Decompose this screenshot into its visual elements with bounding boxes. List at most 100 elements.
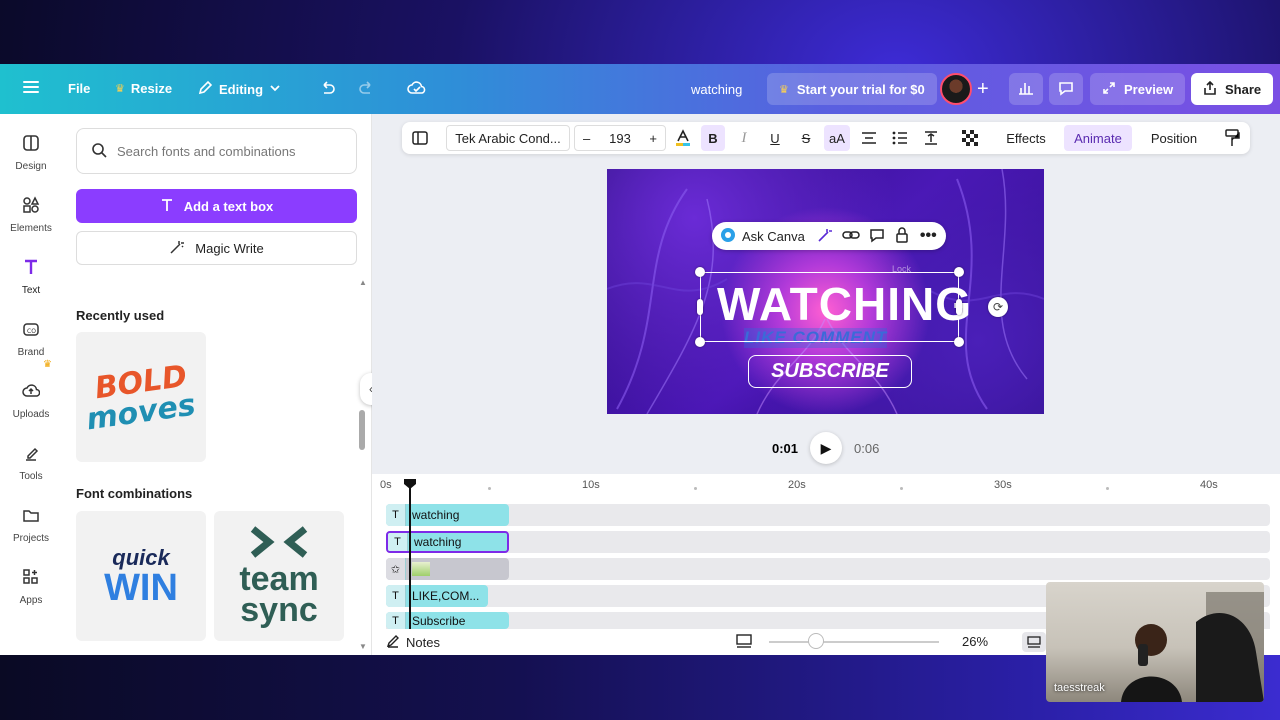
- preview-button[interactable]: Preview: [1090, 73, 1186, 105]
- search-fonts-input[interactable]: Search fonts and combinations: [76, 128, 357, 174]
- text-icon: T: [386, 504, 406, 526]
- ask-canva-button[interactable]: Ask Canva: [742, 229, 805, 244]
- rail-item-design[interactable]: Design: [0, 134, 62, 172]
- panel-scrollbar[interactable]: [359, 410, 365, 450]
- pencil-icon: [197, 80, 213, 99]
- subscribe-element[interactable]: SUBSCRIBE: [748, 355, 912, 388]
- rail-item-apps[interactable]: Apps: [0, 568, 62, 606]
- resize-button[interactable]: ♛ Resize: [115, 81, 172, 96]
- side-handle[interactable]: [956, 299, 962, 315]
- notes-button[interactable]: Notes: [386, 634, 440, 651]
- timeline-clip-selected[interactable]: T watching: [386, 531, 509, 553]
- search-placeholder: Search fonts and combinations: [117, 143, 296, 159]
- rail-item-elements[interactable]: Elements: [0, 196, 62, 234]
- transparency-icon[interactable]: [958, 122, 982, 154]
- timeline-clip[interactable]: T watching: [386, 504, 509, 526]
- ruler-tick: [694, 487, 697, 490]
- list-icon[interactable]: [888, 122, 912, 154]
- resize-handle[interactable]: [954, 267, 964, 277]
- align-center-icon[interactable]: [857, 122, 881, 154]
- resize-label: Resize: [130, 81, 173, 96]
- add-collaborator-icon[interactable]: +: [977, 78, 989, 101]
- cloud-save-icon[interactable]: [407, 79, 427, 97]
- underline-button[interactable]: U: [763, 122, 787, 154]
- undo-icon[interactable]: [318, 80, 336, 98]
- italic-button[interactable]: I: [732, 122, 756, 154]
- lock-icon[interactable]: [894, 226, 910, 246]
- resize-handle[interactable]: [695, 267, 705, 277]
- comments-button[interactable]: [1049, 73, 1083, 105]
- play-button[interactable]: ▶: [810, 432, 843, 464]
- page-view-icon[interactable]: [736, 634, 752, 651]
- resize-handle[interactable]: [954, 337, 964, 347]
- clip-label: LIKE,COM...: [412, 589, 480, 603]
- increase-size-button[interactable]: +: [649, 131, 657, 146]
- text-color-icon[interactable]: [672, 122, 694, 154]
- rail-item-tools[interactable]: Tools: [0, 444, 62, 482]
- magic-edit-icon[interactable]: [817, 227, 833, 246]
- file-menu[interactable]: File: [68, 81, 90, 96]
- share-label: Share: [1225, 81, 1262, 97]
- webcam-overlay: taesstreak: [1046, 582, 1264, 702]
- avatar[interactable]: [940, 73, 972, 105]
- strikethrough-button[interactable]: S: [794, 122, 818, 154]
- document-title[interactable]: watching: [691, 82, 742, 97]
- spacing-icon[interactable]: [919, 122, 943, 154]
- paint-format-icon[interactable]: [1220, 122, 1244, 154]
- text-icon: T: [388, 533, 408, 551]
- zoom-slider[interactable]: [769, 641, 939, 643]
- link-icon[interactable]: [842, 228, 860, 245]
- editing-mode-dropdown[interactable]: Editing: [197, 80, 281, 99]
- animate-button[interactable]: Animate: [1064, 125, 1132, 151]
- font-size-value[interactable]: 193: [609, 131, 631, 146]
- rail-item-label: Projects: [12, 533, 50, 544]
- letter-case-button[interactable]: aA: [824, 125, 850, 151]
- insights-button[interactable]: [1009, 73, 1043, 105]
- hamburger-icon[interactable]: [22, 78, 40, 96]
- effects-button[interactable]: Effects: [998, 122, 1054, 154]
- rail-item-text[interactable]: Text: [0, 258, 62, 296]
- grid-view-icon[interactable]: [1022, 632, 1046, 652]
- rotate-icon[interactable]: ⟳: [988, 297, 1008, 317]
- timeline-clip[interactable]: ✩: [386, 558, 509, 580]
- flip-icon[interactable]: [408, 122, 432, 154]
- rail-item-uploads[interactable]: Uploads: [0, 382, 62, 420]
- scroll-up-icon[interactable]: ▲: [359, 278, 367, 287]
- text-icon: [160, 198, 174, 215]
- rail-item-brand[interactable]: CO Brand: [0, 320, 62, 358]
- position-button[interactable]: Position: [1140, 122, 1208, 154]
- timeline-clip[interactable]: T Subscribe: [386, 612, 509, 629]
- redo-icon[interactable]: [358, 80, 376, 98]
- comment-add-icon[interactable]: [869, 227, 885, 246]
- recent-font-bold-moves[interactable]: BOLD moves: [76, 332, 206, 462]
- combo2-line1: team: [239, 560, 319, 598]
- timeline-clip[interactable]: T LIKE,COM...: [386, 585, 488, 607]
- more-options-icon[interactable]: •••: [920, 227, 937, 245]
- playhead[interactable]: [409, 482, 411, 634]
- zoom-value[interactable]: 26%: [962, 634, 988, 649]
- timeline-track: [386, 531, 1270, 553]
- ruler-tick: [488, 487, 491, 490]
- bold-button[interactable]: B: [701, 125, 725, 151]
- decrease-size-button[interactable]: –: [583, 131, 590, 146]
- zoom-slider-knob[interactable]: [808, 633, 824, 649]
- ruler-label: 0s: [380, 479, 392, 491]
- font-family-dropdown[interactable]: Tek Arabic Cond...: [446, 125, 570, 151]
- scroll-down-icon[interactable]: ▼: [359, 642, 367, 651]
- add-text-box-button[interactable]: Add a text box: [76, 189, 357, 223]
- ruler-tick: [900, 487, 903, 490]
- rail-item-projects[interactable]: Projects: [0, 506, 62, 544]
- font-combinations-title: Font combinations: [76, 486, 193, 501]
- share-button[interactable]: Share: [1191, 73, 1274, 105]
- font-size-stepper[interactable]: – 193 +: [574, 125, 666, 151]
- resize-handle[interactable]: [695, 337, 705, 347]
- share-icon: [1203, 80, 1217, 98]
- start-trial-label: Start your trial for $0: [796, 81, 925, 97]
- start-trial-button[interactable]: ♛ Start your trial for $0: [767, 73, 937, 105]
- ruler-label: 20s: [788, 479, 806, 491]
- font-combo-quick-win[interactable]: quick WIN: [76, 511, 206, 641]
- image-thumbnail: [412, 562, 430, 576]
- font-combo-team-sync[interactable]: team sync: [214, 511, 344, 641]
- side-handle[interactable]: [697, 299, 703, 315]
- magic-write-button[interactable]: Magic Write: [76, 231, 357, 265]
